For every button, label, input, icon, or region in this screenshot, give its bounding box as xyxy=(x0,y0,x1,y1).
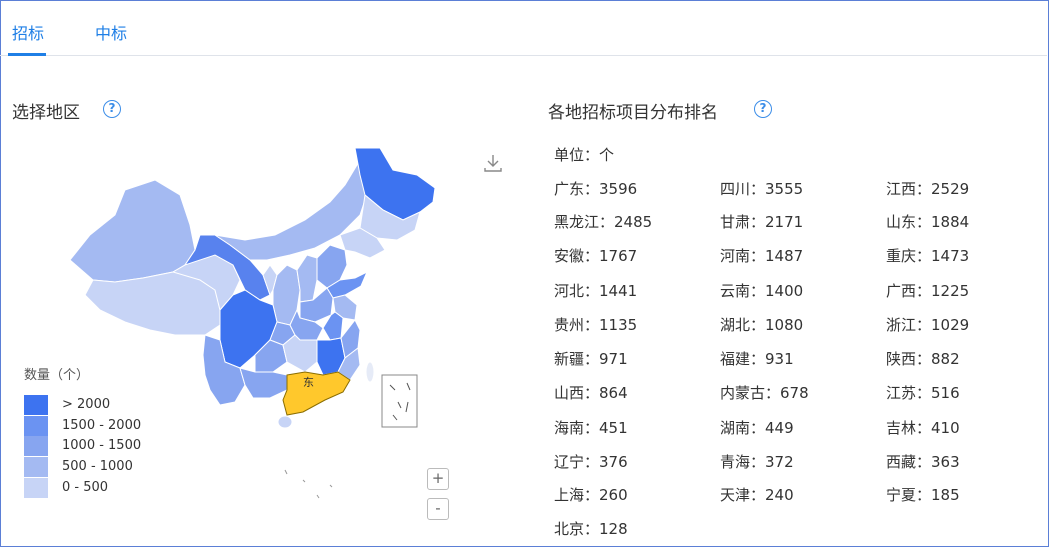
region-section-title: 选择地区 xyxy=(12,103,80,123)
legend-title: 数量（个） xyxy=(24,368,90,383)
ranking-item: 贵州：1135 xyxy=(554,316,638,334)
ranking-item: 青海：372 xyxy=(720,453,794,471)
ranking-item: 宁夏：185 xyxy=(886,486,960,504)
ranking-item: 辽宁：376 xyxy=(554,453,628,471)
legend-swatch xyxy=(24,436,48,456)
ranking-section-title: 各地招标项目分布排名 xyxy=(548,103,718,123)
ranking-item: 湖北：1080 xyxy=(720,316,804,334)
ranking-item: 北京：128 xyxy=(554,520,628,538)
south-china-sea-inset xyxy=(381,374,418,428)
tab-bidding[interactable]: 招标 xyxy=(12,20,44,44)
legend-swatch xyxy=(24,395,48,415)
nine-dash-line xyxy=(389,382,411,421)
legend-swatch xyxy=(24,416,48,436)
active-tab-indicator xyxy=(8,53,46,56)
map-region-shanxi[interactable] xyxy=(296,254,318,303)
legend-label: 0 - 500 xyxy=(62,480,109,495)
ranking-item: 浙江：1029 xyxy=(886,316,970,334)
ranking-item: 天津：240 xyxy=(720,486,794,504)
question-circle-icon[interactable]: ? xyxy=(754,100,772,118)
legend-swatch xyxy=(24,457,48,477)
ranking-item: 内蒙古：678 xyxy=(720,384,809,402)
ranking-item: 福建：931 xyxy=(720,350,794,368)
legend-label: > 2000 xyxy=(62,397,111,412)
map-region-hainan[interactable] xyxy=(277,415,293,429)
ranking-item: 安徽：1767 xyxy=(554,247,638,265)
ranking-item: 西藏：363 xyxy=(886,453,960,471)
ranking-item: 河南：1487 xyxy=(720,247,804,265)
ranking-item: 四川：3555 xyxy=(720,180,804,198)
ranking-item: 江苏：516 xyxy=(886,384,960,402)
ranking-item: 吉林：410 xyxy=(886,419,960,437)
ranking-item: 山西：864 xyxy=(554,384,628,402)
ranking-item: 江西：2529 xyxy=(886,180,970,198)
ranking-item: 甘肃：2171 xyxy=(720,213,804,231)
ranking-item: 海南：451 xyxy=(554,419,628,437)
zoom-out-button[interactable]: - xyxy=(427,498,449,520)
ranking-item: 上海：260 xyxy=(554,486,628,504)
ranking-item: 新疆：971 xyxy=(554,350,628,368)
map-region-guangxi[interactable] xyxy=(239,367,288,399)
ranking-item: 湖南：449 xyxy=(720,419,794,437)
ranking-item: 山东：1884 xyxy=(886,213,970,231)
download-icon[interactable] xyxy=(482,152,504,174)
tab-award[interactable]: 中标 xyxy=(95,20,127,44)
map-region-guangdong-label: 东 xyxy=(303,376,314,389)
zoom-in-button[interactable]: + xyxy=(427,468,449,490)
ranking-item: 广西：1225 xyxy=(886,282,970,300)
china-map[interactable]: 东 xyxy=(55,140,445,510)
legend-label: 1000 - 1500 xyxy=(62,438,142,453)
legend-label: 1500 - 2000 xyxy=(62,418,142,433)
map-region-xinjiang[interactable] xyxy=(69,179,196,283)
ranking-item: 重庆：1473 xyxy=(886,247,970,265)
ranking-item: 河北：1441 xyxy=(554,282,638,300)
ranking-item: 陕西：882 xyxy=(886,350,960,368)
south-sea-islands xyxy=(284,469,333,499)
map-region-taiwan[interactable] xyxy=(365,361,375,383)
map-region-guangdong[interactable] xyxy=(282,371,351,416)
map-region-hunan[interactable] xyxy=(282,334,318,373)
ranking-item: 广东：3596 xyxy=(554,180,638,198)
ranking-item: 云南：1400 xyxy=(720,282,804,300)
legend-swatch xyxy=(24,478,48,498)
ranking-unit: 单位：个 xyxy=(554,146,615,164)
ranking-item: 黑龙江：2485 xyxy=(554,213,653,231)
tab-bar: 招标 中标 xyxy=(0,0,1047,56)
question-circle-icon[interactable]: ? xyxy=(103,100,121,118)
legend-label: 500 - 1000 xyxy=(62,459,133,474)
